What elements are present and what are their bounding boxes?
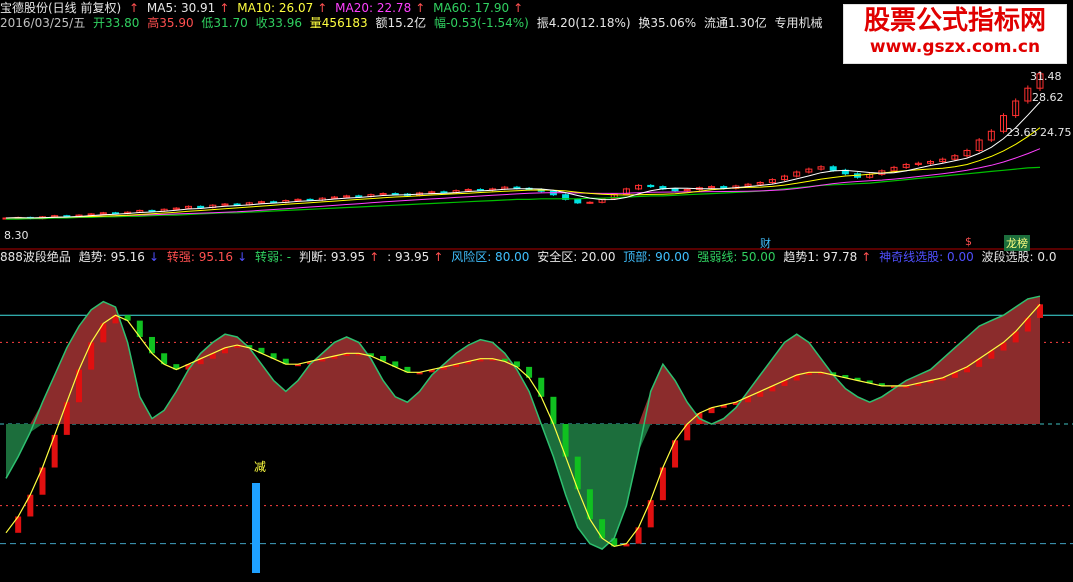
- candle-body: [671, 188, 679, 192]
- strong-label: 转强: 95.16: [166, 250, 234, 264]
- arrow-down-icon: ↓: [237, 250, 248, 264]
- candle-body: [647, 184, 655, 188]
- area-green: [6, 424, 1040, 550]
- candle-body: [355, 195, 363, 198]
- ma60-label: MA60: 17.90: [433, 1, 510, 15]
- arrow-up-icon: ↑: [433, 250, 444, 264]
- dollar-marker: $: [965, 235, 972, 248]
- ma5-label: MA5: 30.91: [146, 1, 216, 15]
- amplitude-label: 振4.20(12.18%): [536, 16, 631, 30]
- low-price-label: 8.30: [4, 229, 29, 242]
- arrow-up-icon: ↑: [415, 1, 426, 15]
- change-label: 幅-0.53(-1.54%): [434, 16, 529, 30]
- reduce-bar: [252, 483, 260, 573]
- price-label-3: 23.65: [1006, 126, 1038, 139]
- watermark-logo: 股票公式指标网 www.gszx.com.cn: [843, 4, 1067, 64]
- low-label: 低31.70: [201, 16, 248, 30]
- judge-line: [5, 303, 1041, 548]
- close-label: 收33.96: [255, 16, 302, 30]
- watermark-url: www.gszx.com.cn: [869, 37, 1041, 57]
- arrow-up-icon: ↑: [317, 1, 328, 15]
- weak-label: 转弱: -: [254, 250, 292, 264]
- strongline-label: 强弱线: 50.00: [697, 250, 776, 264]
- magic-label: 神奇线选股: 0.00: [879, 250, 974, 264]
- arrow-up-icon: ↑: [219, 1, 230, 15]
- candle-body: [197, 205, 205, 209]
- safe-label: 安全区: 20.00: [537, 250, 616, 264]
- arrow-up-icon: ↑: [861, 250, 872, 264]
- stock-name: 宝德股份(日线 前复权): [0, 1, 122, 15]
- trend1-label: 趋势1: 97.78: [783, 250, 858, 264]
- trend-label: 趋势: 95.16: [78, 250, 145, 264]
- indicator-name: 888波段绝品: [0, 250, 71, 264]
- ma20-line: [5, 148, 1041, 219]
- float-label: 流通1.30亿: [703, 16, 767, 30]
- header-line-2: 2016/03/25/五 开33.80 高35.90 低31.70 收33.96…: [0, 16, 827, 30]
- price-chart: [2, 70, 1044, 220]
- candle-body: [148, 209, 156, 212]
- sector-label: 专用机械: [774, 16, 823, 30]
- date-label: 2016/03/25/五: [0, 16, 86, 30]
- chart-canvas: [0, 70, 1073, 573]
- indicator-chart: [0, 295, 1073, 573]
- dragon-list-marker: 龙榜: [1004, 235, 1030, 251]
- ma20-label: MA20: 22.78: [335, 1, 412, 15]
- watermark-title: 股票公式指标网: [863, 6, 1046, 36]
- arrow-up-icon: ↑: [369, 250, 380, 264]
- candle-body: [829, 166, 837, 171]
- candle-body: [391, 193, 399, 196]
- reduce-label: 减: [254, 460, 267, 474]
- finance-marker: 财: [760, 237, 771, 250]
- volume-label: 量456183: [309, 16, 368, 30]
- indicator-header: 888波段绝品 趋势: 95.16 ↓ 转强: 95.16 ↓ 转弱: - 判断: …: [0, 250, 1061, 264]
- candle-body: [111, 212, 119, 215]
- arrow-down-icon: ↓: [148, 250, 160, 264]
- arrow-up-icon: ↑: [513, 1, 524, 15]
- judge-label: 判断: 93.95: [298, 250, 366, 264]
- price-label-2: 28.62: [1032, 91, 1064, 104]
- high-label: 高35.90: [147, 16, 194, 30]
- candle-body: [233, 203, 241, 206]
- candle-body: [574, 198, 582, 204]
- wave-label: 波段选股: 0.0: [981, 250, 1057, 264]
- ma5-line: [5, 101, 1041, 219]
- judge2-label: : 93.95: [387, 250, 430, 264]
- price-label-1: 31.48: [1030, 70, 1062, 83]
- header-line-1: 宝德股份(日线 前复权) ↑ MA5: 30.91 ↑ MA10: 26.07 ↑ …: [0, 1, 527, 15]
- ma-up-arrow-icon: ↑: [129, 1, 140, 15]
- top-label: 顶部: 90.00: [623, 250, 690, 264]
- open-label: 开33.80: [93, 16, 140, 30]
- risk-label: 风险区: 80.00: [451, 250, 530, 264]
- price-label-4: 24.75: [1040, 126, 1072, 139]
- amount-label: 额15.2亿: [375, 16, 427, 30]
- candle-body: [440, 191, 448, 194]
- candle-body: [586, 201, 594, 204]
- candle-body: [513, 186, 521, 189]
- turnover-label: 换35.06%: [638, 16, 697, 30]
- ma10-label: MA10: 26.07: [237, 1, 314, 15]
